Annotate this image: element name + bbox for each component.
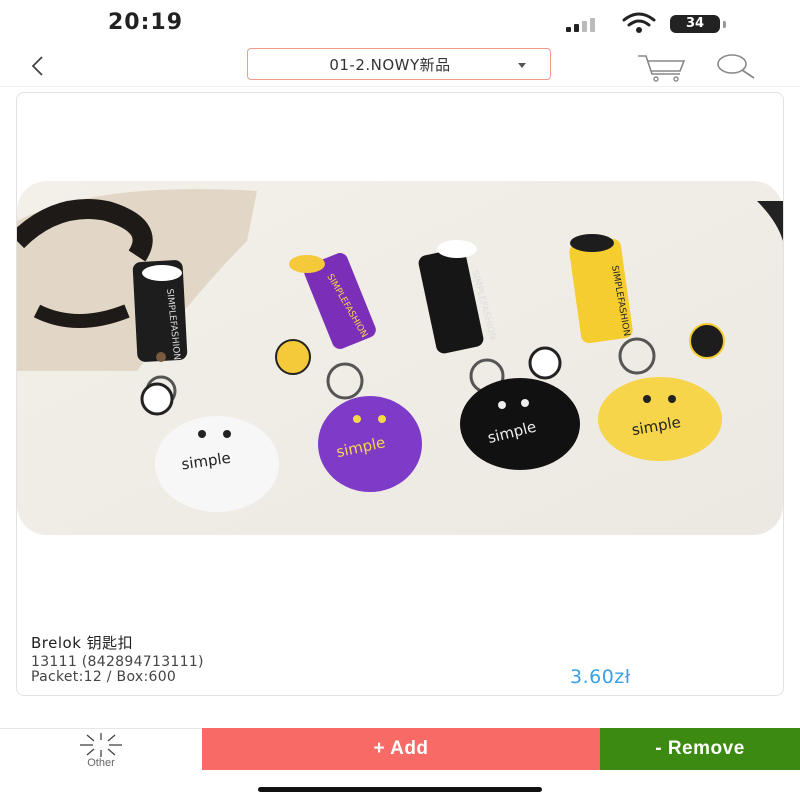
status-bar: 20:19 34 [0,0,800,48]
product-name: Brelok 钥匙扣 [31,634,134,652]
search-icon[interactable] [712,52,758,82]
product-code: 13111 (842894713111) [31,654,204,670]
product-card[interactable]: SIMPLEFASHION simple SIMPLEFASHION simpl… [16,92,784,696]
action-bar: Other + Add - Remove [0,728,800,770]
product-image[interactable]: SIMPLEFASHION simple SIMPLEFASHION simpl… [17,181,783,535]
wifi-icon [622,12,656,33]
category-label: 01-2.NOWY新品 [329,55,451,74]
add-button[interactable]: + Add [202,728,600,770]
battery-indicator: 34 [670,15,720,33]
remove-button[interactable]: - Remove [600,728,800,770]
back-button[interactable] [28,50,58,82]
other-label: Other [87,757,115,769]
product-price: 3.60zł [570,666,631,688]
other-button[interactable]: Other [0,728,202,770]
chevron-left-icon [31,56,43,76]
burst-icon [80,733,122,757]
status-time: 20:19 [108,10,184,35]
battery-tip [723,21,726,28]
home-indicator[interactable] [258,787,542,792]
category-dropdown[interactable]: 01-2.NOWY新品 [247,48,551,80]
nav-bar: 01-2.NOWY新品 [0,48,800,87]
chevron-down-icon [518,63,526,68]
cart-icon[interactable] [636,52,688,82]
signal-icon [566,18,595,32]
product-packet-info: Packet:12 / Box:600 [31,669,177,685]
